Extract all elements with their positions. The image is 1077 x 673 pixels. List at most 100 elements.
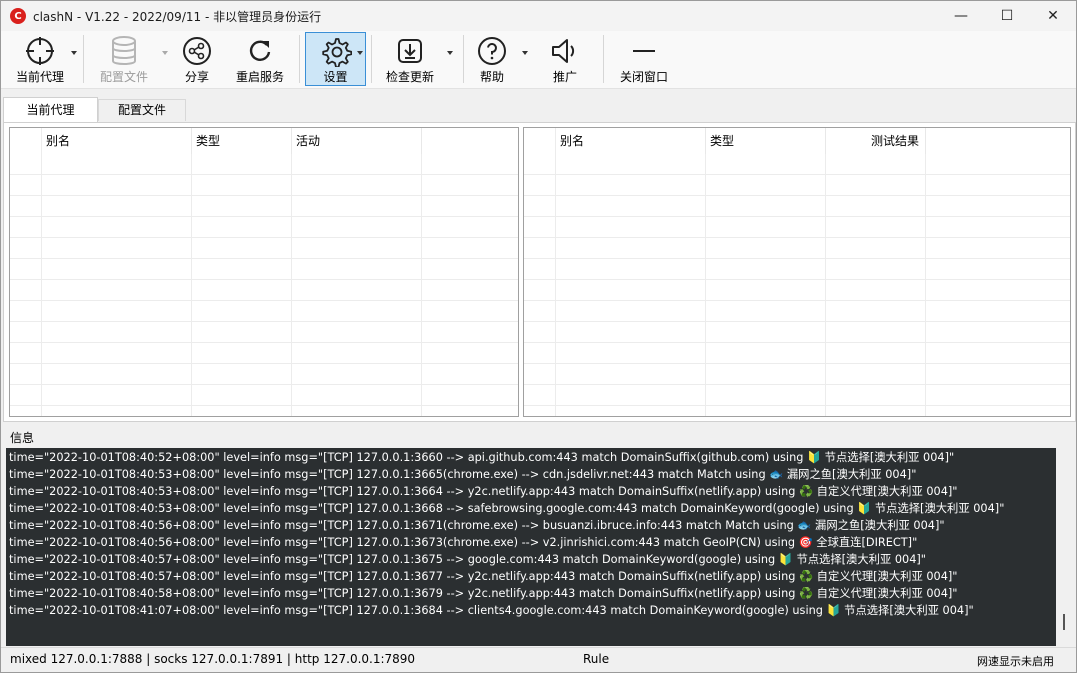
table-row: [10, 364, 518, 385]
proxy-node-grid[interactable]: 别名 类型 测试结果: [523, 127, 1071, 417]
chevron-down-icon[interactable]: [447, 51, 453, 55]
table-row: [524, 154, 1070, 175]
speaker-icon: [548, 35, 582, 67]
minus-icon: [627, 35, 661, 67]
question-icon: [475, 35, 509, 67]
share-icon: [180, 35, 214, 67]
help-label: 帮助: [479, 70, 504, 84]
table-row: [524, 196, 1070, 217]
log-line: time="2022-10-01T08:40:57+08:00" level=i…: [9, 553, 927, 566]
settings-button[interactable]: 设置: [305, 32, 366, 86]
log-line: time="2022-10-01T08:40:52+08:00" level=i…: [9, 451, 955, 464]
log-line: time="2022-10-01T08:40:56+08:00" level=i…: [9, 536, 918, 549]
window-controls: — ☐ ✕: [938, 1, 1076, 31]
tab-current-proxy[interactable]: 当前代理: [3, 97, 98, 123]
proxy-group-grid[interactable]: 别名 类型 活动: [9, 127, 519, 417]
toolbar-separator: [83, 35, 84, 83]
close-button[interactable]: ✕: [1030, 1, 1076, 31]
app-window: C clashN - V1.22 - 2022/09/11 - 非以管理员身份运…: [0, 0, 1077, 673]
table-row: [10, 196, 518, 217]
log-output[interactable]: time="2022-10-01T08:40:52+08:00" level=i…: [6, 448, 1056, 646]
log-line: time="2022-10-01T08:41:07+08:00" level=i…: [9, 604, 974, 617]
grid-header: 别名 类型 活动: [10, 128, 518, 154]
check-update-button[interactable]: 检查更新: [381, 33, 439, 85]
table-row: [524, 364, 1070, 385]
config-file-label: 配置文件: [99, 70, 148, 84]
clashn-logo-icon: C: [10, 8, 26, 24]
table-row: [10, 238, 518, 259]
table-row: [524, 322, 1070, 343]
current-proxy-label: 当前代理: [15, 70, 64, 84]
log-line: time="2022-10-01T08:40:53+08:00" level=i…: [9, 485, 958, 498]
proxy-tab-pane: 别名 类型 活动 别名 类型 测试结果: [3, 122, 1076, 422]
toolbar: 当前代理 配置文件 分享 重启服务 设置 检查更新 帮助 推广 关闭窗口: [1, 31, 1076, 89]
log-line: time="2022-10-01T08:40:53+08:00" level=i…: [9, 502, 1005, 515]
close-window-label: 关闭窗口: [619, 70, 668, 84]
table-row: [10, 154, 518, 175]
table-row: [524, 343, 1070, 364]
table-row: [524, 385, 1070, 406]
log-line: time="2022-10-01T08:40:53+08:00" level=i…: [9, 468, 917, 481]
promote-label: 推广: [552, 70, 577, 84]
title-bar: C clashN - V1.22 - 2022/09/11 - 非以管理员身份运…: [1, 1, 1076, 31]
promote-button[interactable]: 推广: [546, 33, 584, 85]
restart-service-button[interactable]: 重启服务: [231, 33, 289, 85]
tab-config-file[interactable]: 配置文件: [98, 99, 186, 121]
table-row: [10, 322, 518, 343]
table-row: [524, 238, 1070, 259]
column-header-alias[interactable]: 别名: [556, 128, 706, 154]
table-row: [10, 385, 518, 406]
table-row: [524, 301, 1070, 322]
grid-header: 别名 类型 测试结果: [524, 128, 1070, 154]
toolbar-separator: [603, 35, 604, 83]
table-row: [524, 280, 1070, 301]
minimize-button[interactable]: —: [938, 1, 984, 31]
maximize-button[interactable]: ☐: [984, 1, 1030, 31]
table-row: [524, 217, 1070, 238]
log-line: time="2022-10-01T08:40:58+08:00" level=i…: [9, 587, 958, 600]
table-row: [524, 175, 1070, 196]
status-ports: mixed 127.0.0.1:7888 | socks 127.0.0.1:7…: [10, 652, 416, 666]
chevron-down-icon[interactable]: [522, 51, 528, 55]
toolbar-separator: [371, 35, 372, 83]
log-line: time="2022-10-01T08:40:56+08:00" level=i…: [9, 519, 945, 532]
close-window-button[interactable]: 关闭窗口: [615, 33, 673, 85]
share-button[interactable]: 分享: [177, 33, 217, 85]
column-header-active[interactable]: 活动: [292, 128, 422, 154]
help-button[interactable]: 帮助: [473, 33, 511, 85]
table-row: [10, 280, 518, 301]
check-update-label: 检查更新: [385, 70, 434, 84]
toolbar-separator: [299, 35, 300, 83]
status-mode[interactable]: Rule: [583, 652, 609, 666]
table-row: [10, 259, 518, 280]
download-icon: [393, 35, 427, 67]
toolbar-separator: [463, 35, 464, 83]
table-row: [10, 301, 518, 322]
current-proxy-button[interactable]: 当前代理: [11, 33, 69, 85]
column-header-alias[interactable]: 别名: [42, 128, 192, 154]
table-row: [10, 217, 518, 238]
chevron-down-icon[interactable]: [357, 51, 363, 55]
log-line: time="2022-10-01T08:40:57+08:00" level=i…: [9, 570, 958, 583]
window-title: clashN - V1.22 - 2022/09/11 - 非以管理员身份运行: [33, 9, 322, 24]
restart-service-label: 重启服务: [235, 70, 284, 84]
log-scrollbar[interactable]: [1063, 614, 1065, 630]
column-header-type[interactable]: 类型: [706, 128, 826, 154]
gear-icon: [319, 35, 353, 67]
column-header-type[interactable]: 类型: [192, 128, 292, 154]
table-row: [524, 259, 1070, 280]
status-speed: 网速显示未启用: [977, 655, 1054, 668]
table-row: [10, 175, 518, 196]
status-bar: mixed 127.0.0.1:7888 | socks 127.0.0.1:7…: [1, 647, 1076, 672]
chevron-down-icon[interactable]: [71, 51, 77, 55]
crosshair-icon: [23, 35, 57, 67]
database-icon: [107, 35, 141, 67]
column-header-test-result[interactable]: 测试结果: [826, 128, 926, 154]
refresh-icon: [243, 35, 277, 67]
tab-strip: 当前代理 配置文件: [1, 97, 1076, 123]
table-row: [10, 343, 518, 364]
share-label: 分享: [184, 70, 209, 84]
info-label: 信息: [10, 431, 35, 445]
chevron-down-icon[interactable]: [162, 51, 168, 55]
config-file-button[interactable]: 配置文件: [95, 33, 153, 85]
